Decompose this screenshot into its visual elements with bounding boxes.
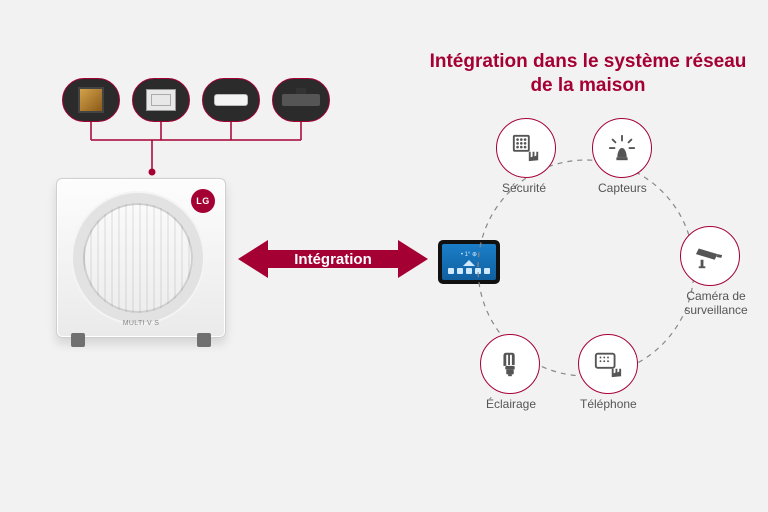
keypad-touch-icon [511,133,541,163]
outdoor-model-label: MULTI V S [57,320,225,327]
indoor-unit-ducted [272,78,330,122]
artcool-frame-icon [78,87,104,113]
cctv-camera-icon [695,241,725,271]
ducted-unit-icon [282,94,320,106]
indoor-unit-cassette [132,78,190,122]
node-camera [680,226,740,286]
node-phone-label: Téléphone [580,398,637,412]
integration-arrow: Intégration [238,236,428,282]
network-title: Intégration dans le système réseau de la… [428,50,748,98]
integration-arrow-label: Intégration [294,251,372,268]
node-lighting [480,334,540,394]
node-lighting-label: Éclairage [486,398,536,412]
node-camera-label: Caméra de surveillance [676,290,756,318]
lg-logo-icon: LG [191,189,215,213]
node-security [496,118,556,178]
cfl-bulb-icon [495,349,525,379]
outdoor-unit-body: LG MULTI V S [56,178,226,338]
wall-mount-icon [214,94,248,106]
indoor-units-connector [62,122,328,172]
indoor-unit-wallmount [202,78,260,122]
alarm-beacon-icon [607,133,637,163]
node-security-label: Sécurité [502,182,546,196]
tablet-touch-icon [593,349,623,379]
indoor-units-row [62,78,330,122]
node-sensors-label: Capteurs [598,182,647,196]
indoor-unit-artcool [62,78,120,122]
ceiling-cassette-icon [146,89,176,111]
node-sensors [592,118,652,178]
outdoor-fan-icon [73,193,203,323]
outdoor-unit: LG MULTI V S [56,178,236,378]
node-phone [578,334,638,394]
